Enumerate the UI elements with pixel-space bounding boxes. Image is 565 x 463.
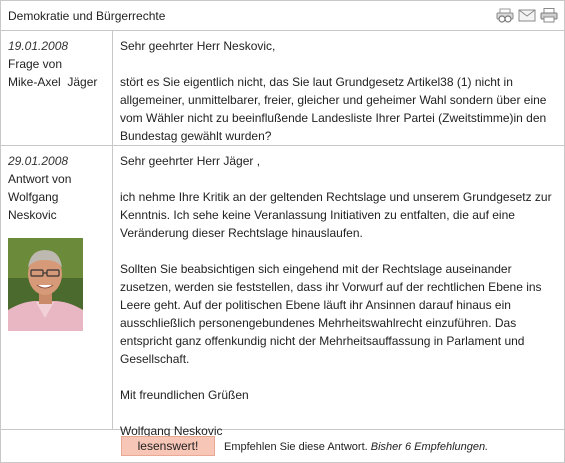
topic-title: Demokratie und Bürgerrechte (8, 9, 166, 23)
qa-panel: Demokratie und Bürgerrechte 19.01.2008 F… (0, 0, 565, 463)
answer-paragraph-2: Sollten Sie beabsichtigen sich eingehend… (120, 262, 542, 366)
mail-icon[interactable] (518, 8, 536, 23)
question-row: 19.01.2008 Frage von Mike-Axel Jäger Seh… (1, 31, 564, 146)
answer-salutation: Sehr geehrter Herr Jäger , (120, 154, 261, 168)
question-meta: 19.01.2008 Frage von Mike-Axel Jäger (1, 31, 113, 145)
answer-meta: 29.01.2008 Antwort von Wolfgang Neskovic (1, 146, 113, 429)
answer-date: 29.01.2008 (8, 154, 69, 168)
print-preview-icon[interactable] (496, 8, 514, 23)
author-photo (8, 238, 83, 331)
question-author: Mike-Axel Jäger (8, 75, 98, 89)
answer-row: 29.01.2008 Antwort von Wolfgang Neskovic (1, 146, 564, 438)
recommend-count: Bisher 6 Empfehlungen. (370, 441, 489, 453)
question-salutation: Sehr geehrter Herr Neskovic, (120, 39, 276, 53)
answer-closing: Mit freundlichen Grüßen (120, 388, 249, 402)
question-label: Frage von (8, 57, 63, 71)
header-actions (496, 8, 558, 23)
answer-author-first: Wolfgang (8, 190, 59, 204)
question-body: stört es Sie eigentlich nicht, das Sie l… (120, 75, 547, 143)
print-icon[interactable] (540, 8, 558, 23)
recommend-info: Empfehlen Sie diese Antwort. Bisher 6 Em… (224, 438, 488, 456)
question-date: 19.01.2008 (8, 39, 69, 53)
answer-author-last: Neskovic (8, 208, 57, 222)
answer-paragraph-1: ich nehme Ihre Kritik an der geltenden R… (120, 190, 552, 240)
answer-text: Sehr geehrter Herr Jäger , ich nehme Ihr… (113, 146, 564, 438)
recommend-button[interactable]: lesenswert! (121, 436, 215, 456)
answer-label: Antwort von (8, 172, 72, 186)
question-text: Sehr geehrter Herr Neskovic, stört es Si… (113, 31, 564, 145)
recommend-bar: lesenswert! Empfehlen Sie diese Antwort.… (1, 430, 564, 462)
panel-header: Demokratie und Bürgerrechte (1, 1, 564, 31)
recommend-text[interactable]: Empfehlen Sie diese Antwort. (224, 441, 368, 453)
